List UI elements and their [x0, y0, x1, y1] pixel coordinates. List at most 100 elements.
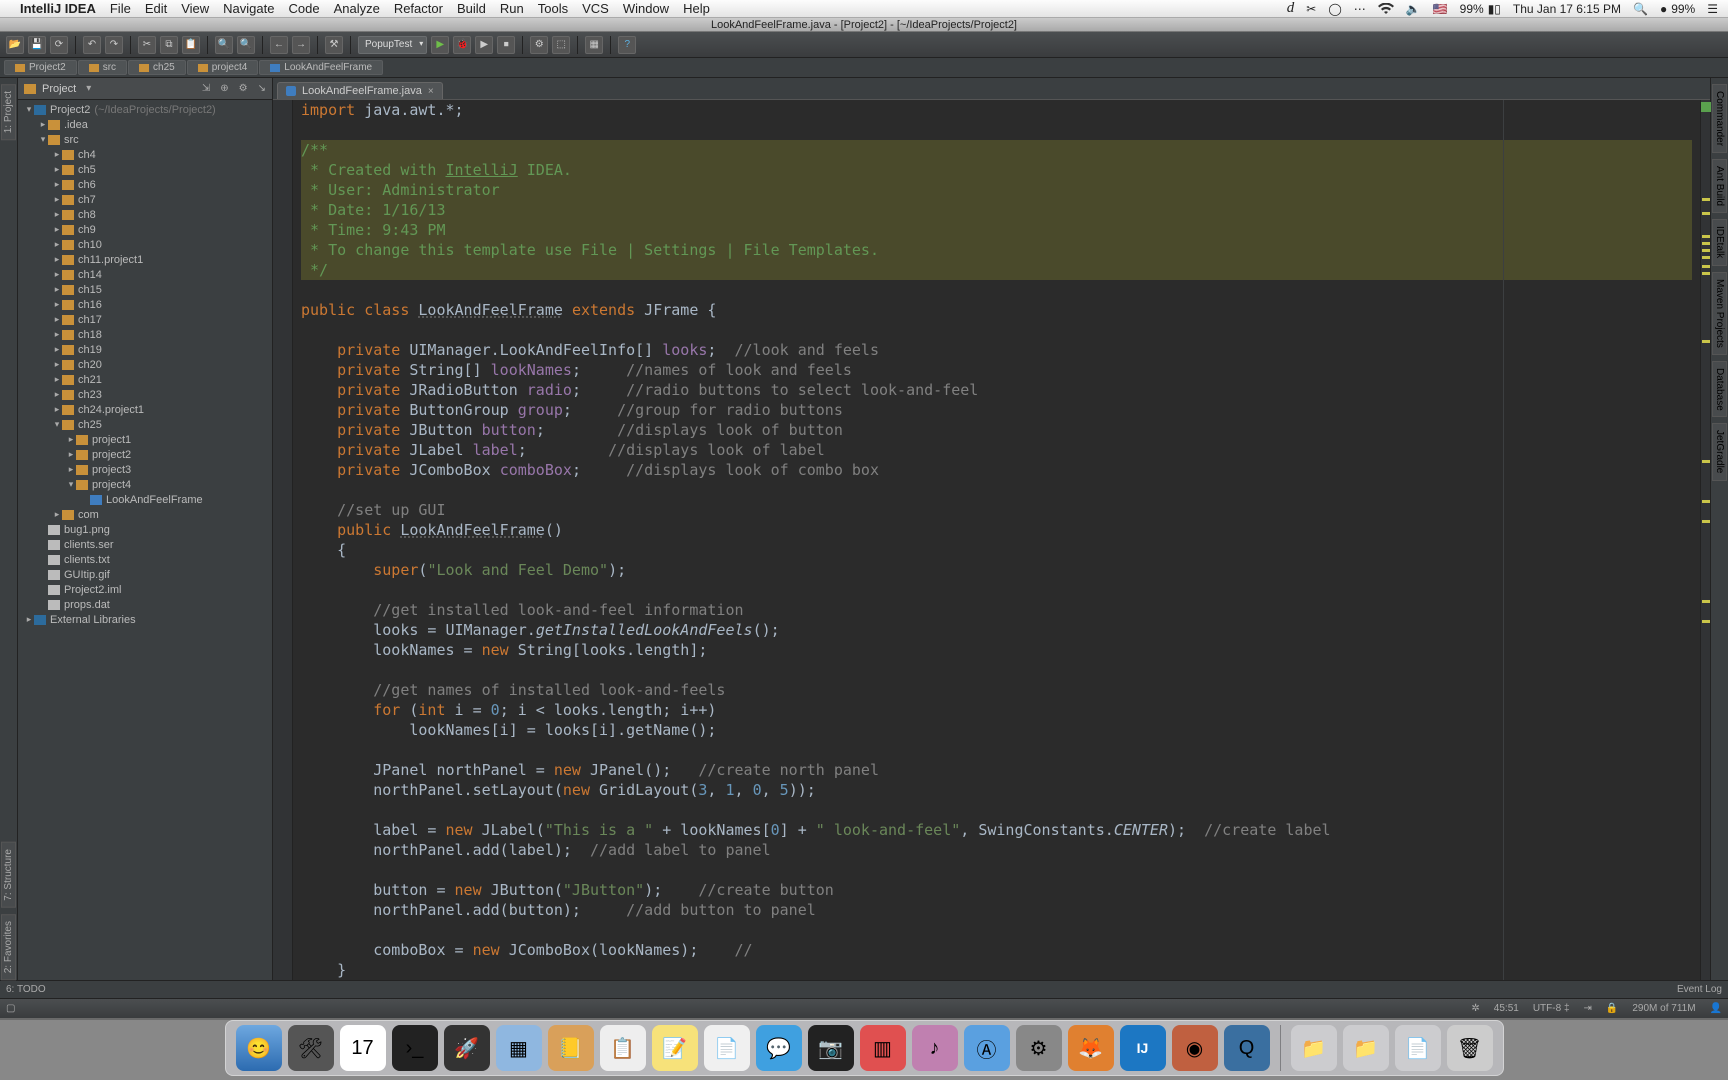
tree-row[interactable]: Project2.iml: [18, 582, 272, 597]
run-config-dropdown[interactable]: PopupTest: [358, 36, 427, 54]
encoding[interactable]: UTF-8 ‡: [1533, 1003, 1570, 1014]
dock-itunes-icon[interactable]: ♪: [912, 1025, 958, 1071]
tree-row[interactable]: Project2(~/IdeaProjects/Project2): [18, 102, 272, 117]
dock-terminal-icon[interactable]: ›_: [392, 1025, 438, 1071]
menu-file[interactable]: File: [110, 1, 131, 16]
crumb-class[interactable]: LookAndFeelFrame: [259, 60, 383, 75]
tab-structure[interactable]: 7: Structure: [1, 842, 16, 908]
tree-row[interactable]: src: [18, 132, 272, 147]
close-icon[interactable]: ×: [428, 86, 434, 97]
make-icon[interactable]: ⚒: [325, 36, 343, 54]
more-icon[interactable]: ⋯: [1354, 2, 1366, 16]
tree-row[interactable]: ch23: [18, 387, 272, 402]
spotlight-icon[interactable]: 🔍: [1633, 2, 1648, 16]
tree-row[interactable]: ch11.project1: [18, 252, 272, 267]
coverage-icon[interactable]: ▶: [475, 36, 493, 54]
autoscroll-icon[interactable]: ⊕: [220, 83, 228, 94]
paste-icon[interactable]: 📋: [182, 36, 200, 54]
editor-gutter[interactable]: [273, 100, 293, 980]
tree-row[interactable]: com: [18, 507, 272, 522]
bg-task-icon[interactable]: ✲: [1471, 1003, 1479, 1014]
dock-contacts-icon[interactable]: 📒: [548, 1025, 594, 1071]
crumb-project[interactable]: Project2: [4, 60, 77, 75]
dock-missioncontrol-icon[interactable]: ▦: [496, 1025, 542, 1071]
caret-position[interactable]: 45:51: [1494, 1003, 1519, 1014]
battery-2[interactable]: ● 99%: [1660, 2, 1695, 16]
app-name[interactable]: IntelliJ IDEA: [20, 1, 96, 16]
dock-calendar-icon[interactable]: 17: [340, 1025, 386, 1071]
dock-photobooth-icon[interactable]: 📷: [808, 1025, 854, 1071]
undo-icon[interactable]: ↶: [83, 36, 101, 54]
tab-idetalk[interactable]: IDEtalk: [1712, 219, 1727, 265]
tree-row[interactable]: GUItip.gif: [18, 567, 272, 582]
menu-code[interactable]: Code: [288, 1, 319, 16]
chevron-down-icon[interactable]: ▾: [86, 83, 91, 94]
tree-row[interactable]: ch21: [18, 372, 272, 387]
tree-row[interactable]: ch7: [18, 192, 272, 207]
tree-row[interactable]: ch15: [18, 282, 272, 297]
replace-icon[interactable]: 🔍: [237, 36, 255, 54]
tree-row[interactable]: ch4: [18, 147, 272, 162]
tab-project[interactable]: 1: Project: [1, 84, 16, 140]
menu-view[interactable]: View: [181, 1, 209, 16]
dock-trash-icon[interactable]: 🗑: [1447, 1025, 1493, 1071]
gear-icon[interactable]: ⚙: [239, 83, 248, 94]
hide-icon[interactable]: ↘: [258, 83, 266, 94]
tree-row[interactable]: ch19: [18, 342, 272, 357]
clock[interactable]: Thu Jan 17 6:15 PM: [1513, 2, 1621, 16]
redo-icon[interactable]: ↷: [105, 36, 123, 54]
tab-todo[interactable]: 6: TODO: [6, 984, 46, 995]
tree-row[interactable]: ch25: [18, 417, 272, 432]
menu-refactor[interactable]: Refactor: [394, 1, 443, 16]
tab-maven[interactable]: Maven Projects: [1712, 272, 1727, 355]
tree-row[interactable]: props.dat: [18, 597, 272, 612]
tree-row[interactable]: ch16: [18, 297, 272, 312]
tree-row[interactable]: ch9: [18, 222, 272, 237]
tree-row[interactable]: clients.txt: [18, 552, 272, 567]
menu-vcs[interactable]: VCS: [582, 1, 609, 16]
lock-icon[interactable]: 🔒: [1606, 1003, 1618, 1014]
dock-quicktime-icon[interactable]: Q: [1224, 1025, 1270, 1071]
dock-stack-3[interactable]: 📄: [1395, 1025, 1441, 1071]
open-icon[interactable]: 📂: [6, 36, 24, 54]
dock-intellij-icon[interactable]: IJ: [1120, 1025, 1166, 1071]
tab-jetgradle[interactable]: JetGradle: [1712, 423, 1727, 480]
tab-commander[interactable]: Commander: [1712, 84, 1727, 153]
tree-row[interactable]: project4: [18, 477, 272, 492]
crumb-ch25[interactable]: ch25: [128, 60, 186, 75]
dock-finder-icon[interactable]: 😊: [236, 1025, 282, 1071]
tree-row[interactable]: ch18: [18, 327, 272, 342]
menu-navigate[interactable]: Navigate: [223, 1, 274, 16]
tree-row[interactable]: clients.ser: [18, 537, 272, 552]
hector-icon[interactable]: 👤: [1710, 1003, 1722, 1014]
dock-launchpad-icon[interactable]: 🚀: [444, 1025, 490, 1071]
dock-app-3[interactable]: ◉: [1172, 1025, 1218, 1071]
circle-icon[interactable]: ◯: [1328, 2, 1341, 16]
editor-tab[interactable]: LookAndFeelFrame.java ×: [277, 82, 443, 99]
copy-icon[interactable]: ⧉: [160, 36, 178, 54]
dock-stack-2[interactable]: 📁: [1343, 1025, 1389, 1071]
dock-app-2[interactable]: ▥: [860, 1025, 906, 1071]
collapse-icon[interactable]: ⇲: [202, 83, 210, 94]
debug-icon[interactable]: 🐞: [453, 36, 471, 54]
run-icon[interactable]: ▶: [431, 36, 449, 54]
dock-stack-1[interactable]: 📁: [1291, 1025, 1337, 1071]
tab-ant[interactable]: Ant Build: [1712, 159, 1727, 213]
insert-mode-icon[interactable]: ⇥: [1584, 1003, 1592, 1014]
status-icon[interactable]: ▢: [6, 1003, 15, 1014]
code-editor[interactable]: import java.awt.*; /** * Created with In…: [293, 100, 1700, 980]
wifi-icon[interactable]: [1378, 3, 1394, 15]
dock-reminders-icon[interactable]: 📋: [600, 1025, 646, 1071]
dock-sysprefs-icon[interactable]: ⚙: [1016, 1025, 1062, 1071]
tab-database[interactable]: Database: [1712, 361, 1727, 418]
crumb-project4[interactable]: project4: [187, 60, 259, 75]
scissors-icon[interactable]: ✂: [1306, 2, 1316, 16]
menu-window[interactable]: Window: [623, 1, 669, 16]
tree-row[interactable]: .idea: [18, 117, 272, 132]
volume-icon[interactable]: 🔈: [1406, 2, 1421, 16]
project-tree[interactable]: Project2(~/IdeaProjects/Project2).ideasr…: [18, 100, 272, 980]
notification-icon[interactable]: ☰: [1707, 2, 1718, 16]
stop-icon[interactable]: ⏹: [497, 36, 515, 54]
battery-1[interactable]: 99% ▮▯: [1460, 2, 1501, 16]
tree-row[interactable]: External Libraries: [18, 612, 272, 627]
